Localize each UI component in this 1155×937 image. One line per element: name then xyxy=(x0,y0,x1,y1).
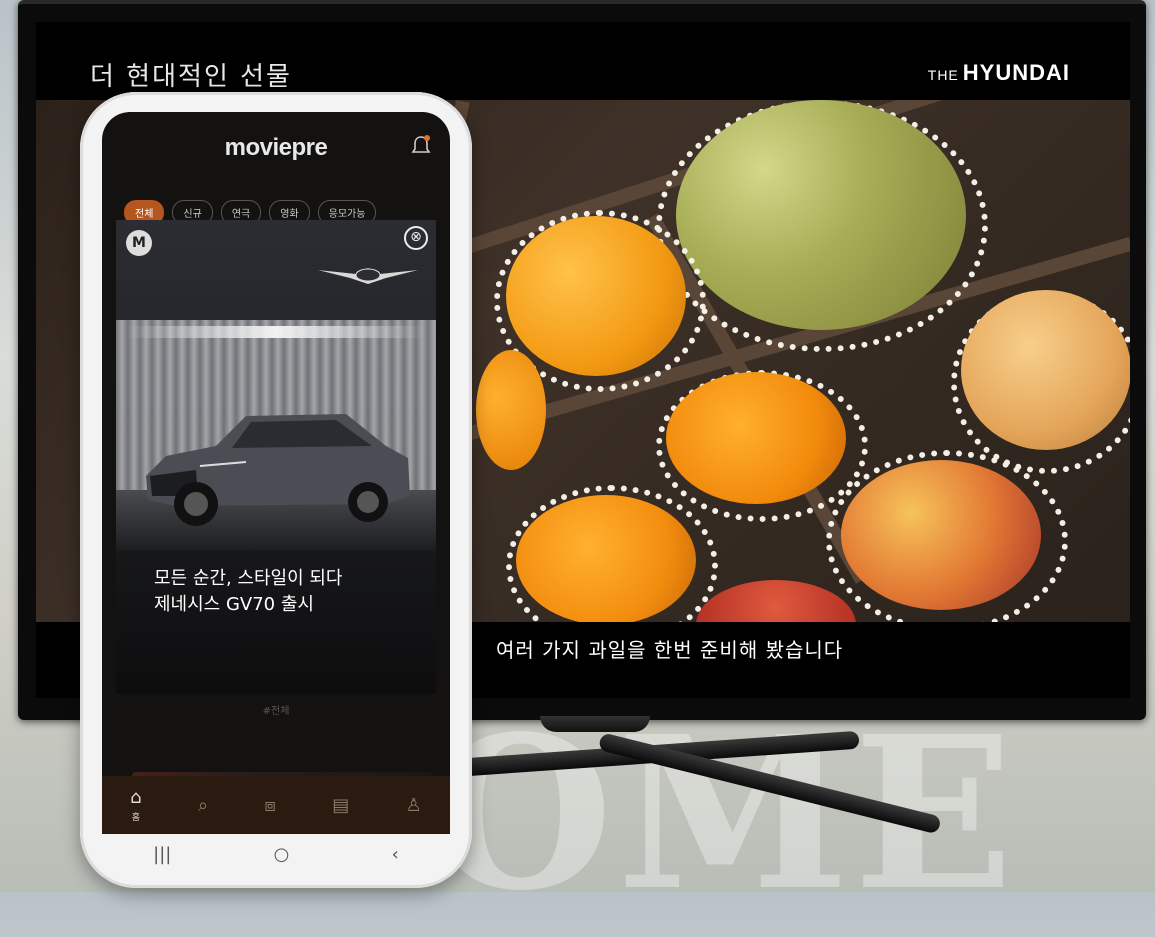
tab-ticket[interactable]: ⧈ xyxy=(264,795,275,816)
genesis-logo-icon xyxy=(318,268,418,284)
bottom-tab-bar: ⌂ 홈 ⌕ ⧈ ▤ ♙ xyxy=(102,776,450,834)
ad-popup[interactable]: M ⊗ 모든 순간, 스타일이 되다 제네시스 GV70 출시 xyxy=(116,220,436,694)
video-subtitle: 여러 가지 과일을 한번 준비해 봤습니다 xyxy=(496,638,844,662)
profile-icon: ♙ xyxy=(405,794,422,816)
apple xyxy=(696,580,856,622)
tab-profile[interactable]: ♙ xyxy=(406,795,422,816)
orange-partial xyxy=(476,350,546,470)
phone-screen: moviepre 전체 신규 연극 영화 응모가능 M ⊗ 모든 순간, 스타일… xyxy=(102,112,450,834)
ad-headline-line2: 제네시스 GV70 출시 xyxy=(154,594,314,615)
recent-apps-icon[interactable]: ||| xyxy=(153,844,171,865)
tv-stand-neck xyxy=(540,716,650,732)
orange-bottom xyxy=(516,495,696,622)
ad-headline: 모든 순간, 스타일이 되다 제네시스 GV70 출시 xyxy=(154,566,343,618)
ticket-icon: ⧈ xyxy=(264,794,276,816)
home-button-icon[interactable]: ○ xyxy=(274,844,290,865)
tab-home-label: 홈 xyxy=(131,813,141,823)
grapes xyxy=(676,100,966,330)
ad-badge: M xyxy=(126,230,152,256)
tab-search[interactable]: ⌕ xyxy=(198,795,208,816)
search-icon: ⌕ xyxy=(197,794,209,816)
brand-name: HYUNDAI xyxy=(962,60,1070,85)
tv-program-title: 더 현대적인 선물 xyxy=(90,62,292,92)
system-navigation-bar: ||| ○ ‹ xyxy=(102,834,450,874)
ad-headline-line1: 모든 순간, 스타일이 되다 xyxy=(154,568,343,589)
brand-prefix: THE xyxy=(927,67,959,83)
brand-logo: THE HYUNDAI xyxy=(928,60,1070,86)
notification-bell-icon[interactable] xyxy=(410,134,432,158)
tab-document[interactable]: ▤ xyxy=(332,795,349,816)
document-icon: ▤ xyxy=(332,794,350,816)
back-icon[interactable]: ‹ xyxy=(392,844,399,865)
tab-home[interactable]: ⌂ 홈 xyxy=(130,787,141,823)
tangerine xyxy=(506,216,686,376)
ceiling-light xyxy=(126,326,426,338)
suv-car-image xyxy=(146,414,410,526)
smartphone: moviepre 전체 신규 연극 영화 응모가능 M ⊗ 모든 순간, 스타일… xyxy=(80,92,472,888)
close-icon[interactable]: ⊗ xyxy=(404,226,428,250)
list-hashtag: #전체 xyxy=(262,706,290,717)
orange xyxy=(666,372,846,504)
pear xyxy=(961,290,1130,450)
home-icon: ⌂ xyxy=(130,787,142,808)
app-logo: moviepre xyxy=(224,134,328,161)
mango xyxy=(841,460,1041,610)
